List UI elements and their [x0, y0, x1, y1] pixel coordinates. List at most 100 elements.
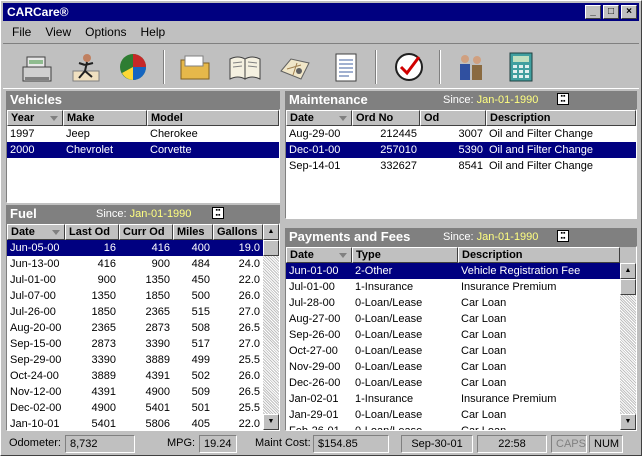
table-row[interactable]: Sep-29-00 3390 3889 499 25.5 — [7, 352, 279, 368]
col-type[interactable]: Type — [352, 247, 458, 263]
table-row[interactable]: Feb-26-01 0-Loan/Lease Car Loan — [286, 423, 636, 431]
table-row[interactable]: Jul-01-00 1-Insurance Insurance Premium — [286, 279, 636, 295]
cell-gal: 19.0 — [238, 242, 260, 254]
table-row[interactable]: Dec-26-00 0-Loan/Lease Car Loan — [286, 375, 636, 391]
table-row[interactable]: 2000 Chevrolet Corvette — [7, 142, 279, 158]
cell-date: Sep-29-00 — [10, 354, 62, 366]
table-row[interactable]: Sep-14-01 332627 8541 Oil and Filter Change — [286, 158, 636, 174]
cell-last: 900 — [97, 274, 116, 286]
menu-help[interactable]: Help — [136, 22, 171, 42]
menu-bar: File View Options Help — [3, 22, 639, 42]
table-row[interactable]: Jun-01-00 2-Other Vehicle Registration Fee — [286, 263, 636, 279]
maximize-button[interactable]: □ — [603, 5, 619, 19]
table-row[interactable]: Jan-02-01 1-Insurance Insurance Premium — [286, 391, 636, 407]
scroll-up-button[interactable]: ▲ — [620, 263, 636, 279]
table-row[interactable]: Aug-20-00 2365 2873 508 26.5 — [7, 320, 279, 336]
table-row[interactable]: Aug-29-00 212445 3007 Oil and Filter Change — [286, 126, 636, 142]
col-ord-no[interactable]: Ord No — [352, 110, 420, 126]
table-row[interactable]: Jul-01-00 900 1350 450 22.0 — [7, 272, 279, 288]
cell-date: Jul-26-00 — [10, 306, 56, 318]
table-row[interactable]: Jul-07-00 1350 1850 500 26.0 — [7, 288, 279, 304]
col-make[interactable]: Make — [63, 110, 147, 126]
menu-file[interactable]: File — [7, 22, 36, 42]
table-row[interactable]: Oct-27-00 0-Loan/Lease Car Loan — [286, 343, 636, 359]
table-row[interactable]: Nov-12-00 4391 4900 509 26.5 — [7, 384, 279, 400]
cell-date: Sep-15-00 — [10, 338, 62, 350]
cell-date: Aug-29-00 — [289, 128, 341, 140]
odometer-label: Odometer: — [9, 437, 61, 449]
cell-date: Jun-01-00 — [289, 265, 339, 277]
cell-curr: 3390 — [145, 338, 170, 350]
pie-chart-icon[interactable] — [113, 48, 153, 86]
cell-desc: Car Loan — [461, 361, 507, 373]
cell-desc: Car Loan — [461, 409, 507, 421]
table-row[interactable]: Dec-02-00 4900 5401 501 25.5 — [7, 400, 279, 416]
col-date[interactable]: Date — [286, 110, 352, 126]
scroll-up-button[interactable]: ▲ — [263, 224, 279, 240]
table-row[interactable]: Jan-10-01 5401 5806 405 22.0 — [7, 416, 279, 430]
people-icon[interactable] — [451, 48, 491, 86]
maintenance-title: Maintenance — [289, 92, 368, 107]
notepad-icon[interactable] — [325, 48, 365, 86]
col-od[interactable]: Od — [420, 110, 486, 126]
table-row[interactable]: Sep-15-00 2873 3390 517 27.0 — [7, 336, 279, 352]
scroll-down-button[interactable]: ▼ — [263, 414, 279, 430]
date-range-icon[interactable]: ▪▪ ▪▪ — [557, 93, 569, 105]
col-model[interactable]: Model — [147, 110, 279, 126]
cell-desc: Vehicle Registration Fee — [461, 265, 581, 277]
calculator-icon[interactable] — [501, 48, 541, 86]
cell-miles: 500 — [191, 290, 210, 302]
table-row[interactable]: Dec-01-00 257010 5390 Oil and Filter Change — [286, 142, 636, 158]
date-range-icon[interactable]: ▪▪ ▪▪ — [557, 230, 569, 242]
folder-icon[interactable] — [175, 48, 215, 86]
cell-gal: 22.0 — [238, 418, 260, 430]
col-last-od[interactable]: Last Od — [65, 224, 119, 240]
table-row[interactable]: Sep-26-00 0-Loan/Lease Car Loan — [286, 327, 636, 343]
menu-view[interactable]: View — [40, 22, 76, 42]
cell-desc: Car Loan — [461, 345, 507, 357]
col-date[interactable]: Date — [7, 224, 65, 240]
col-miles[interactable]: Miles — [173, 224, 213, 240]
scroll-thumb[interactable] — [263, 240, 279, 256]
cell-gal: 26.0 — [238, 290, 260, 302]
table-row[interactable]: Oct-24-00 3889 4391 502 26.0 — [7, 368, 279, 384]
map-icon[interactable] — [275, 48, 315, 86]
table-row[interactable]: Jun-13-00 416 900 484 24.0 — [7, 256, 279, 272]
runner-icon[interactable] — [65, 48, 105, 86]
cell-desc: Car Loan — [461, 425, 507, 431]
cash-register-icon[interactable] — [17, 48, 57, 86]
cell-miles: 502 — [191, 370, 210, 382]
table-row[interactable]: Jun-05-00 16 416 400 19.0 — [7, 240, 279, 256]
col-description[interactable]: Description — [486, 110, 636, 126]
col-description[interactable]: Description — [458, 247, 620, 263]
col-date[interactable]: Date — [286, 247, 352, 263]
cell-gal: 26.5 — [238, 322, 260, 334]
menu-options[interactable]: Options — [80, 22, 131, 42]
minimize-button[interactable]: _ — [585, 5, 601, 19]
table-row[interactable]: Jul-28-00 0-Loan/Lease Car Loan — [286, 295, 636, 311]
cell-od: 5390 — [458, 144, 483, 156]
scroll-down-button[interactable]: ▼ — [620, 414, 636, 430]
payments-scrollbar[interactable]: ▲ ▼ — [620, 263, 636, 430]
table-row[interactable]: Aug-27-00 0-Loan/Lease Car Loan — [286, 311, 636, 327]
cell-miles: 508 — [191, 322, 210, 334]
date-range-icon[interactable]: ▪▪ ▪▪ — [212, 207, 224, 219]
table-row[interactable]: Jan-29-01 0-Loan/Lease Car Loan — [286, 407, 636, 423]
col-curr-od[interactable]: Curr Od — [119, 224, 173, 240]
maintenance-since: Since: Jan-01-1990 — [443, 91, 538, 109]
checkmark-icon[interactable] — [389, 48, 429, 86]
col-gallons[interactable]: Gallons — [213, 224, 263, 240]
table-row[interactable]: Nov-29-00 0-Loan/Lease Car Loan — [286, 359, 636, 375]
since-label: Since: — [443, 231, 474, 243]
table-row[interactable]: 1997 Jeep Cherokee — [7, 126, 279, 142]
scroll-thumb[interactable] — [620, 279, 636, 295]
close-button[interactable]: × — [621, 5, 637, 19]
col-year[interactable]: Year — [7, 110, 63, 126]
cell-gal: 22.0 — [238, 274, 260, 286]
book-icon[interactable] — [225, 48, 265, 86]
cell-date: Jul-01-00 — [10, 274, 56, 286]
cell-model: Cherokee — [150, 128, 198, 140]
table-row[interactable]: Jul-26-00 1850 2365 515 27.0 — [7, 304, 279, 320]
fuel-scrollbar[interactable]: ▲ ▼ — [263, 224, 279, 430]
status-bar: Odometer: 8,732 MPG: 19.24 Maint Cost: $… — [3, 433, 639, 453]
